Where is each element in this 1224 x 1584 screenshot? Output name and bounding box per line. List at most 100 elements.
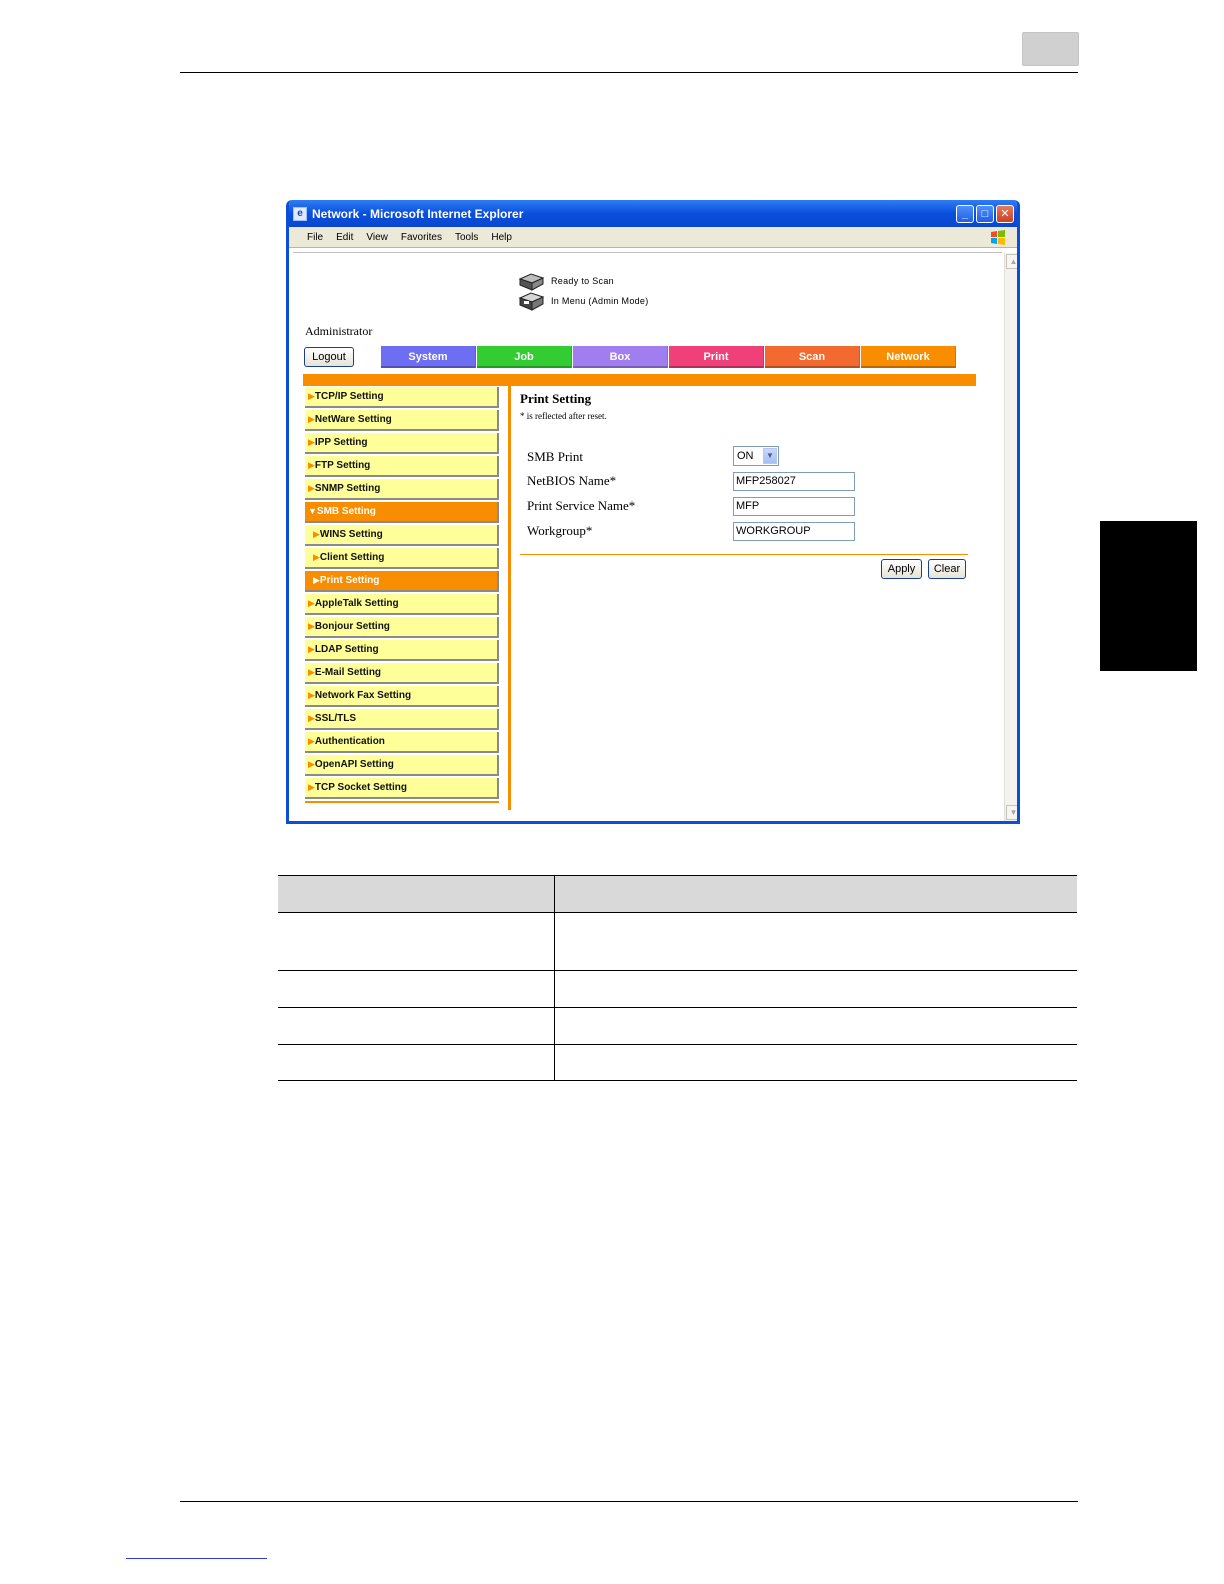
clear-button[interactable]: Clear [928,559,966,579]
page-title: Print Setting [520,391,592,406]
tab-network[interactable]: Network [861,346,956,368]
netbios-label: NetBIOS Name* [527,473,617,488]
sidebar-item-label: Client Setting [319,552,385,563]
menu-edit[interactable]: Edit [336,232,353,243]
sidebar-item-snmp[interactable]: ▶SNMP Setting [305,479,499,500]
menu-help[interactable]: Help [491,232,512,243]
sidebar-item-ipp[interactable]: ▶IPP Setting [305,433,499,454]
sidebar-bottom-rule [305,801,499,803]
status-mode: In Menu (Admin Mode) [517,291,649,311]
sidebar-item-tcp-socket[interactable]: ▶TCP Socket Setting [305,778,499,799]
table-column-divider [554,875,555,1081]
sidebar-item-bonjour[interactable]: ▶Bonjour Setting [305,617,499,638]
sidebar-item-ldap[interactable]: ▶LDAP Setting [305,640,499,661]
workgroup-row: Workgroup* WORKGROUP [527,522,867,542]
arrow-right-icon: ▶ [308,713,315,723]
sidebar-item-label: SMB Setting [316,506,376,517]
close-button[interactable]: ✕ [996,204,1014,223]
minimize-button[interactable]: _ [956,204,974,223]
status-ready-text: Ready to Scan [551,276,614,286]
print-service-name-input[interactable]: MFP [733,497,855,516]
sidebar-item-label: Authentication [314,736,385,747]
workgroup-label: Workgroup* [527,523,593,538]
chevron-down-icon[interactable]: ▼ [763,448,777,464]
sidebar-item-email[interactable]: ▶E-Mail Setting [305,663,499,684]
tab-job[interactable]: Job [477,346,572,368]
tab-underline-bar [303,374,976,386]
window-title: Network - Microsoft Internet Explorer [312,206,524,221]
sidebar-item-label: TCP/IP Setting [314,391,384,402]
smb-print-value: ON [737,450,754,462]
menu-view[interactable]: View [366,232,388,243]
sidebar-item-label: WINS Setting [319,529,383,540]
sidebar-item-netware[interactable]: ▶NetWare Setting [305,410,499,431]
smb-print-row: SMB Print ON ▼ [527,446,867,468]
reset-note: * is reflected after reset. [520,411,607,421]
user-label: Administrator [305,324,373,338]
sidebar-item-openapi[interactable]: ▶OpenAPI Setting [305,755,499,776]
footer-link-underline[interactable] [126,1558,267,1559]
print-service-row: Print Service Name* MFP [527,497,867,517]
sidebar-item-appletalk[interactable]: ▶AppleTalk Setting [305,594,499,615]
arrow-right-icon: ▶ [308,644,315,654]
sidebar-item-network-fax[interactable]: ▶Network Fax Setting [305,686,499,707]
status-mode-text: In Menu (Admin Mode) [551,296,649,306]
arrow-right-icon: ▶ [308,621,315,631]
tab-scan[interactable]: Scan [765,346,860,368]
sidebar-item-label: OpenAPI Setting [314,759,394,770]
sidebar-item-label: NetWare Setting [314,414,392,425]
workgroup-input[interactable]: WORKGROUP [733,522,855,541]
print-service-label: Print Service Name* [527,498,636,513]
arrow-right-icon: ▶ [308,414,315,424]
sidebar-item-client[interactable]: ▶Client Setting [305,548,499,569]
arrow-right-icon: ▶ [308,483,315,493]
table-header [278,875,1077,913]
title-bar: e Network - Microsoft Internet Explorer … [289,200,1017,227]
table-row-divider [278,1044,1077,1045]
sidebar-item-ftp[interactable]: ▶FTP Setting [305,456,499,477]
sidebar-item-print-setting[interactable]: ▶Print Setting [305,571,499,592]
sidebar-nav: ▶TCP/IP Setting ▶NetWare Setting ▶IPP Se… [305,387,499,803]
arrow-right-icon: ▶ [308,736,315,746]
printer-icon [518,292,545,311]
sidebar-item-label: SNMP Setting [314,483,381,494]
arrow-right-icon: ▶ [313,552,320,562]
page-viewport: ▲ ▼ Ready to Scan In Menu (Admin Mode) A… [293,252,1017,821]
apply-button[interactable]: Apply [881,559,922,579]
table-row-divider [278,1007,1077,1008]
menu-file[interactable]: File [307,232,323,243]
sidebar-item-label: TCP Socket Setting [314,782,407,793]
arrow-right-icon: ▶ [308,782,315,792]
tab-system[interactable]: System [381,346,476,368]
footer-rule [180,1501,1078,1502]
sidebar-item-label: IPP Setting [314,437,368,448]
menu-favorites[interactable]: Favorites [401,232,442,243]
sidebar-item-smb[interactable]: ▼SMB Setting [305,502,499,523]
logout-button[interactable]: Logout [304,347,354,367]
sidebar-item-wins[interactable]: ▶WINS Setting [305,525,499,546]
sidebar-item-authentication[interactable]: ▶Authentication [305,732,499,753]
sidebar-item-label: AppleTalk Setting [314,598,399,609]
ie-page-icon: e [293,206,307,221]
sidebar-item-label: Print Setting [319,575,380,586]
vertical-scrollbar[interactable]: ▲ ▼ [1004,253,1017,821]
menu-tools[interactable]: Tools [455,232,478,243]
arrow-right-icon: ▶ [308,391,315,401]
arrow-right-icon: ▶ [308,437,315,447]
sidebar-item-label: Bonjour Setting [314,621,390,632]
scroll-up-icon[interactable]: ▲ [1006,254,1017,269]
sidebar-item-ssl-tls[interactable]: ▶SSL/TLS [305,709,499,730]
table-row-divider [278,970,1077,971]
scroll-down-icon[interactable]: ▼ [1006,805,1017,820]
sidebar-item-tcpip[interactable]: ▶TCP/IP Setting [305,387,499,408]
sidebar-item-label: E-Mail Setting [314,667,382,678]
arrow-right-icon: ▶ [313,529,320,539]
main-tabs: System Job Box Print Scan Network [381,346,957,368]
tab-box[interactable]: Box [573,346,668,368]
tab-print[interactable]: Print [669,346,764,368]
smb-print-select[interactable]: ON ▼ [733,446,779,466]
windows-logo-icon [991,230,1005,245]
maximize-button[interactable]: □ [976,204,994,223]
netbios-name-input[interactable]: MFP258027 [733,472,855,491]
browser-window: e Network - Microsoft Internet Explorer … [286,200,1020,824]
